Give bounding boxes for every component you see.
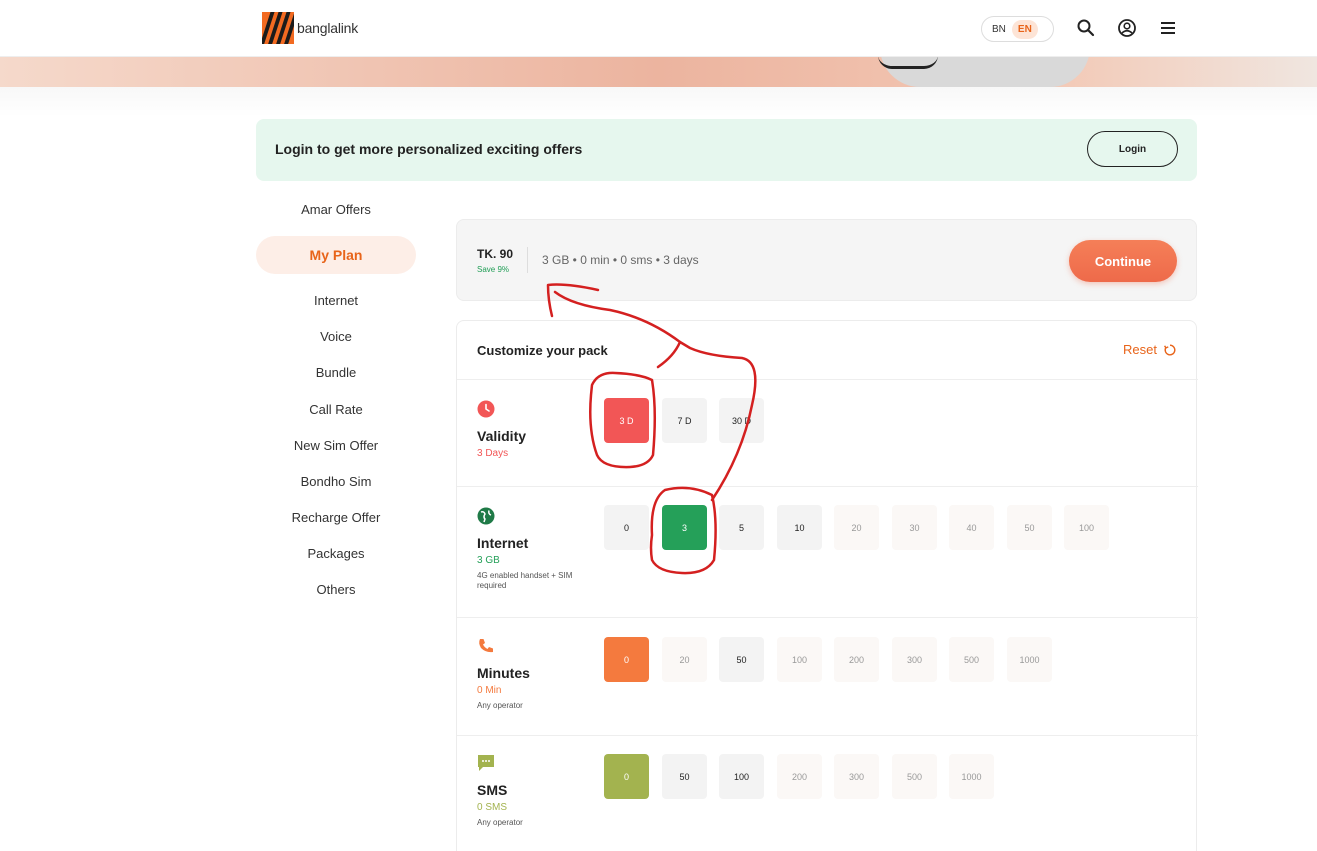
hero-image-detail xyxy=(878,57,938,69)
minutes-option[interactable]: 500 xyxy=(949,637,994,682)
internet-option[interactable]: 5 xyxy=(719,505,764,550)
message-icon xyxy=(478,755,494,771)
internet-option[interactable]: 30 xyxy=(892,505,937,550)
sidebar-item-bundle[interactable]: Bundle xyxy=(256,365,416,380)
language-toggle[interactable]: BN EN xyxy=(981,16,1054,42)
sms-option[interactable]: 1000 xyxy=(949,754,994,799)
hero-banner xyxy=(0,57,1317,87)
minutes-value: 0 Min xyxy=(477,685,502,696)
plan-price: TK. 90 xyxy=(477,247,514,261)
sms-option[interactable]: 50 xyxy=(662,754,707,799)
internet-option[interactable]: 40 xyxy=(949,505,994,550)
validity-option[interactable]: 7 D xyxy=(662,398,707,443)
minutes-section: Minutes 0 Min Any operator xyxy=(477,637,597,711)
reset-label: Reset xyxy=(1123,342,1157,357)
logo-text: banglalink xyxy=(297,20,359,36)
minutes-option[interactable]: 50 xyxy=(719,637,764,682)
login-button[interactable]: Login xyxy=(1087,131,1178,167)
reset-icon xyxy=(1163,343,1176,355)
logo-icon xyxy=(262,12,294,44)
login-banner-message: Login to get more personalized exciting … xyxy=(275,141,583,157)
clock-icon xyxy=(477,400,495,418)
internet-option[interactable]: 100 xyxy=(1064,505,1109,550)
minutes-option[interactable]: 200 xyxy=(834,637,879,682)
validity-label: Validity xyxy=(477,428,527,444)
page: banglalink BN EN Login to get more perso… xyxy=(0,0,1317,851)
continue-button[interactable]: Continue xyxy=(1069,240,1177,282)
internet-note: 4G enabled handset + SIM required xyxy=(477,571,573,590)
sidebar-item-internet[interactable]: Internet xyxy=(256,293,416,308)
minutes-option[interactable]: 300 xyxy=(892,637,937,682)
minutes-option[interactable]: 0 xyxy=(604,637,649,682)
minutes-option[interactable]: 100 xyxy=(777,637,822,682)
search-icon[interactable] xyxy=(1076,18,1096,38)
internet-option[interactable]: 0 xyxy=(604,505,649,550)
row-divider xyxy=(457,379,1198,380)
validity-option[interactable]: 3 D xyxy=(604,398,649,443)
internet-value: 3 GB xyxy=(477,555,500,566)
sidebar-item-amar-offers[interactable]: Amar Offers xyxy=(256,202,416,217)
customize-pack-card: Customize your pack Reset Validity 3 Day… xyxy=(456,320,1198,851)
sidebar-item-my-plan[interactable]: My Plan xyxy=(256,236,416,274)
internet-label: Internet xyxy=(477,535,529,551)
minutes-note: Any operator xyxy=(477,701,523,710)
internet-option[interactable]: 3 xyxy=(662,505,707,550)
plan-save-badge: Save 9% xyxy=(477,265,510,274)
sidebar-item-call-rate[interactable]: Call Rate xyxy=(256,402,416,417)
sidebar-item-recharge-offer[interactable]: Recharge Offer xyxy=(256,510,416,525)
header: banglalink BN EN xyxy=(0,0,1317,57)
validity-section: Validity 3 Days xyxy=(477,400,526,459)
sms-note: Any operator xyxy=(477,818,523,827)
brand-logo[interactable]: banglalink xyxy=(262,12,358,44)
sidebar-item-bondho-sim[interactable]: Bondho Sim xyxy=(256,474,416,489)
user-icon[interactable] xyxy=(1117,18,1137,38)
sms-option[interactable]: 0 xyxy=(604,754,649,799)
minutes-option[interactable]: 20 xyxy=(662,637,707,682)
internet-option[interactable]: 20 xyxy=(834,505,879,550)
sidebar-item-packages[interactable]: Packages xyxy=(256,546,416,561)
validity-option[interactable]: 30 D xyxy=(719,398,764,443)
validity-value: 3 Days xyxy=(477,448,509,459)
customize-title: Customize your pack xyxy=(477,343,608,358)
internet-option[interactable]: 50 xyxy=(1007,505,1052,550)
row-divider xyxy=(457,617,1198,618)
minutes-label: Minutes xyxy=(477,665,530,681)
globe-icon xyxy=(477,507,495,525)
sms-option[interactable]: 500 xyxy=(892,754,937,799)
login-banner: Login to get more personalized exciting … xyxy=(256,119,1197,181)
sms-value: 0 SMS xyxy=(477,802,508,813)
sms-label: SMS xyxy=(477,782,508,798)
phone-icon xyxy=(479,639,493,653)
plan-summary-card: TK. 90 Save 9% 3 GB • 0 min • 0 sms • 3 … xyxy=(456,219,1197,301)
minutes-option[interactable]: 1000 xyxy=(1007,637,1052,682)
row-divider xyxy=(457,735,1198,736)
internet-section: Internet 3 GB 4G enabled handset + SIM r… xyxy=(477,507,597,591)
sms-option[interactable]: 100 xyxy=(719,754,764,799)
hero-fade xyxy=(0,87,1317,117)
lang-en[interactable]: EN xyxy=(1011,19,1038,39)
plan-details: 3 GB • 0 min • 0 sms • 3 days xyxy=(542,253,699,267)
menu-icon[interactable] xyxy=(1158,18,1178,38)
row-divider xyxy=(457,486,1198,487)
lang-bn[interactable]: BN xyxy=(986,20,1012,39)
sidebar-item-others[interactable]: Others xyxy=(256,582,416,597)
sms-section: SMS 0 SMS Any operator xyxy=(477,754,597,828)
sms-option[interactable]: 300 xyxy=(834,754,879,799)
sidebar-item-new-sim-offer[interactable]: New Sim Offer xyxy=(256,438,416,453)
sidebar-item-voice[interactable]: Voice xyxy=(256,329,416,344)
summary-divider xyxy=(527,247,528,273)
internet-option[interactable]: 10 xyxy=(777,505,822,550)
reset-button[interactable]: Reset xyxy=(1123,342,1177,357)
sms-option[interactable]: 200 xyxy=(777,754,822,799)
